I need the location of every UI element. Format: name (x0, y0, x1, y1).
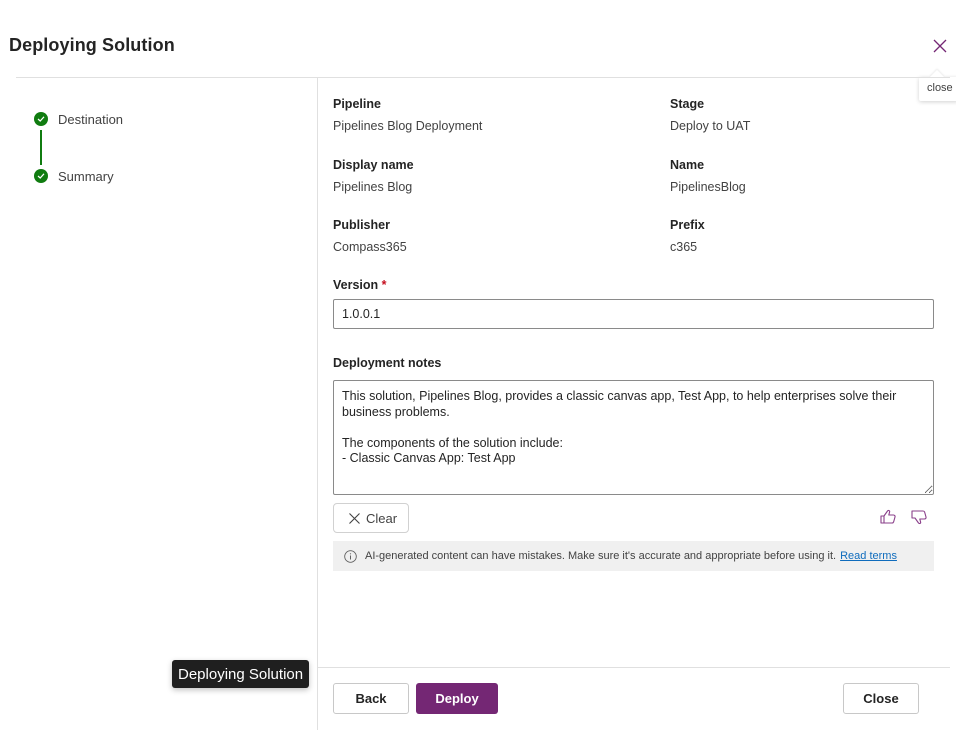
field-label: Prefix (670, 218, 705, 232)
clear-label: Clear (366, 510, 398, 526)
close-icon (933, 39, 947, 53)
field-value: c365 (670, 240, 698, 254)
checkmark-circle-icon (34, 169, 48, 183)
clear-button[interactable]: Clear (333, 503, 409, 533)
field-value: PipelinesBlog (670, 180, 746, 194)
field-label: Stage (670, 97, 705, 111)
required-indicator: * (381, 278, 387, 292)
read-terms-link[interactable]: Read terms (840, 550, 897, 562)
close-button[interactable]: Close (843, 683, 919, 714)
field-value: Deploy to UAT (670, 119, 751, 133)
footer-divider (318, 667, 950, 668)
header-divider (16, 77, 950, 78)
field-value: Compass365 (333, 240, 407, 254)
field-prefix: Prefix c365 (670, 218, 705, 254)
step-connector (40, 130, 42, 165)
hover-tooltip: Deploying Solution (172, 660, 310, 688)
checkmark-circle-icon (34, 112, 48, 126)
version-label-text: Version (333, 278, 379, 292)
field-display-name: Display name Pipelines Blog (333, 158, 414, 194)
field-publisher: Publisher Compass365 (333, 218, 407, 254)
ai-disclaimer-text: AI-generated content can have mistakes. … (365, 550, 837, 562)
field-label: Pipeline (333, 97, 381, 111)
close-tooltip: close (919, 77, 956, 101)
field-name: Name PipelinesBlog (670, 158, 746, 194)
thumb-up-icon (880, 509, 896, 524)
thumb-down-icon (911, 510, 927, 525)
field-label: Name (670, 158, 705, 172)
step-label: Destination (58, 111, 124, 127)
step-summary[interactable]: Summary (34, 167, 123, 185)
step-list: Destination Summary (34, 110, 123, 185)
dismiss-icon (349, 512, 360, 524)
field-stage: Stage Deploy to UAT (670, 97, 750, 133)
thumb-down-button[interactable] (910, 509, 928, 530)
field-pipeline: Pipeline Pipelines Blog Deployment (333, 97, 482, 133)
ai-disclaimer-banner: AI-generated content can have mistakes. … (333, 541, 934, 571)
close-dialog-button[interactable] (931, 37, 949, 55)
field-value: Pipelines Blog Deployment (333, 119, 483, 133)
field-label: Display name (333, 158, 414, 172)
version-input[interactable] (333, 299, 934, 329)
field-value: Pipelines Blog (333, 180, 413, 194)
deployment-notes-label: Deployment notes (333, 356, 442, 370)
deployment-notes-textarea[interactable]: This solution, Pipelines Blog, provides … (333, 380, 934, 495)
back-button[interactable]: Back (333, 683, 409, 714)
field-label: Publisher (333, 218, 390, 232)
thumb-up-button[interactable] (879, 509, 897, 530)
step-label: Summary (58, 168, 114, 184)
dialog-title: Deploying Solution (9, 35, 175, 55)
step-destination[interactable]: Destination (34, 110, 123, 128)
info-icon (344, 549, 357, 563)
version-label: Version * (333, 278, 387, 292)
panel-divider (317, 78, 318, 730)
deploy-button[interactable]: Deploy (416, 683, 498, 714)
